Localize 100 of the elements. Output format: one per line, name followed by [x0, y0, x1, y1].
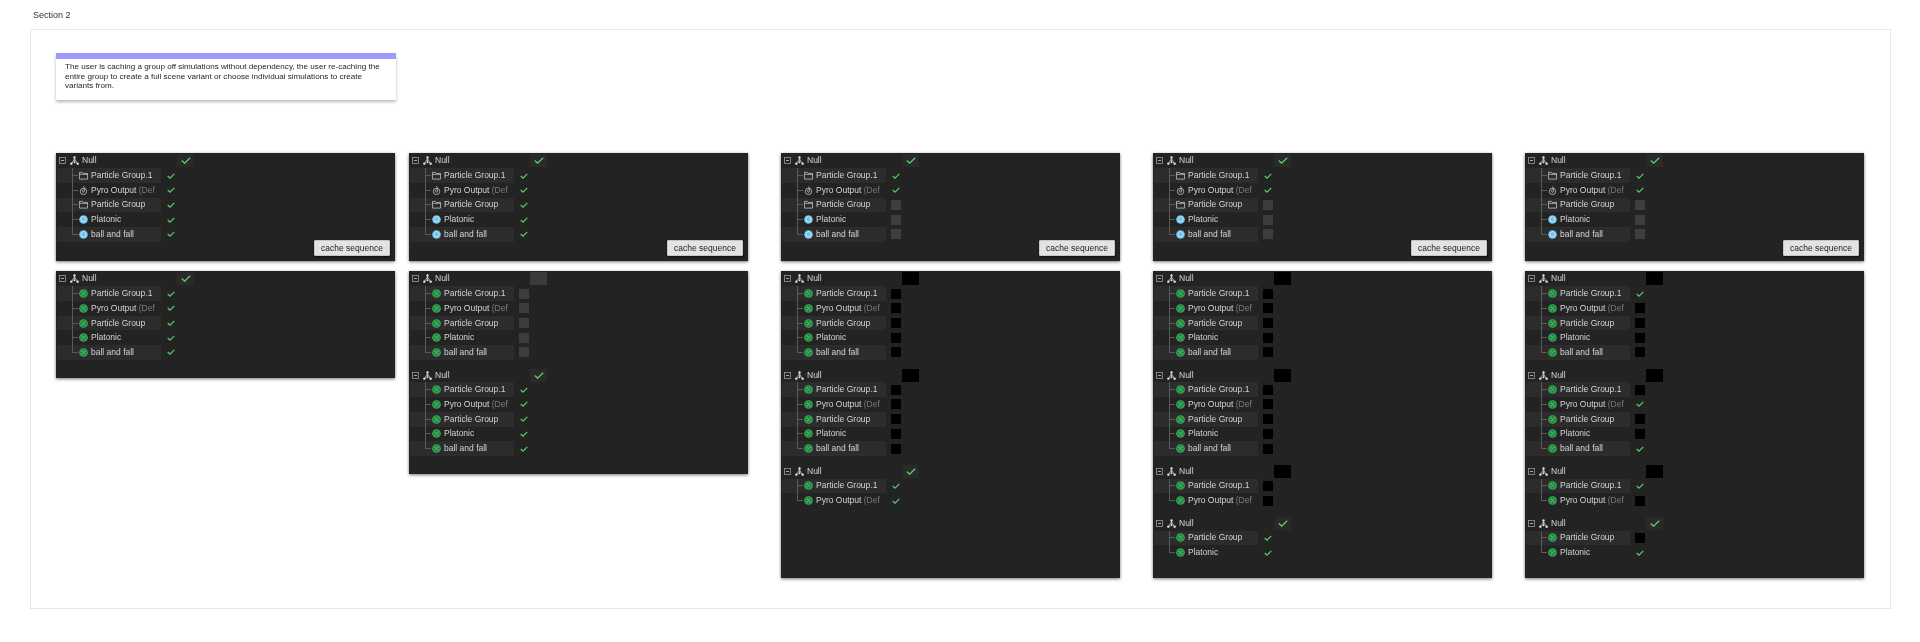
checkbox[interactable] — [519, 347, 529, 358]
check-icon[interactable] — [892, 497, 900, 504]
check-icon[interactable] — [167, 334, 175, 341]
item-label: ball and fall — [816, 346, 859, 358]
checkbox[interactable] — [530, 154, 547, 168]
checkbox[interactable] — [902, 464, 919, 478]
checkbox[interactable] — [177, 272, 194, 286]
check-icon[interactable] — [1264, 534, 1272, 541]
checkbox[interactable] — [519, 303, 529, 314]
three-node-icon — [1539, 518, 1548, 528]
item-label: Particle Group.1 — [816, 384, 878, 396]
reel-icon — [432, 289, 441, 299]
checkbox[interactable] — [519, 318, 529, 329]
item-label: Particle Group.1 — [444, 170, 506, 182]
item-label: ball and fall — [1188, 346, 1231, 358]
checkbox[interactable] — [1646, 516, 1663, 530]
check-icon[interactable] — [520, 386, 528, 393]
checkbox[interactable] — [530, 272, 547, 286]
flame-icon — [1176, 185, 1185, 195]
folder-icon — [804, 171, 813, 181]
check-icon[interactable] — [167, 320, 175, 327]
item-label: Pyro Output (Def — [91, 302, 155, 314]
collapse-icon[interactable] — [784, 467, 791, 475]
check-icon[interactable] — [167, 290, 175, 297]
checkbox[interactable] — [891, 214, 901, 225]
checkbox[interactable] — [530, 368, 547, 382]
check-icon[interactable] — [1636, 172, 1644, 179]
check-icon[interactable] — [167, 216, 175, 223]
group-label: Null — [1179, 273, 1194, 285]
folder-icon — [1176, 200, 1185, 210]
check-icon[interactable] — [1264, 172, 1272, 179]
check-icon[interactable] — [520, 401, 528, 408]
check-icon[interactable] — [167, 305, 175, 312]
check-icon[interactable] — [520, 187, 528, 194]
sphere-icon — [804, 229, 813, 239]
collapse-icon[interactable] — [1528, 157, 1535, 165]
check-icon[interactable] — [520, 231, 528, 238]
check-icon[interactable] — [892, 187, 900, 194]
collapse-icon[interactable] — [1156, 519, 1163, 527]
check-icon — [1277, 519, 1288, 527]
checkbox[interactable] — [519, 288, 529, 299]
check-icon[interactable] — [520, 216, 528, 223]
check-icon[interactable] — [167, 172, 175, 179]
checkbox[interactable] — [1635, 199, 1645, 210]
cache-sequence-button[interactable]: cache sequence — [1039, 239, 1115, 256]
cache-sequence-button[interactable]: cache sequence — [1783, 239, 1859, 256]
checkbox[interactable] — [1635, 214, 1645, 225]
check-icon[interactable] — [520, 430, 528, 437]
collapse-icon[interactable] — [1528, 519, 1535, 527]
reel-icon — [432, 347, 441, 357]
reel-icon — [79, 303, 88, 313]
check-icon[interactable] — [892, 172, 900, 179]
checkbox[interactable] — [1263, 214, 1273, 225]
reel-icon — [1176, 548, 1185, 558]
checkbox[interactable] — [1263, 229, 1273, 240]
check-icon[interactable] — [167, 201, 175, 208]
checkbox[interactable] — [1274, 516, 1291, 530]
checkbox[interactable] — [891, 199, 901, 210]
checkbox[interactable] — [177, 154, 194, 168]
checkbox[interactable] — [891, 229, 901, 240]
folder-icon — [432, 171, 441, 181]
collapse-icon[interactable] — [412, 371, 419, 379]
check-icon[interactable] — [520, 172, 528, 179]
reel-icon — [1176, 303, 1185, 313]
collapse-icon[interactable] — [1156, 157, 1163, 165]
check-icon[interactable] — [892, 482, 900, 489]
check-icon[interactable] — [1636, 187, 1644, 194]
check-icon[interactable] — [520, 445, 528, 452]
collapse-icon[interactable] — [784, 157, 791, 165]
cache-sequence-button[interactable]: cache sequence — [667, 239, 743, 256]
collapse-icon[interactable] — [59, 157, 66, 165]
check-icon[interactable] — [1636, 549, 1644, 556]
reel-icon — [1176, 333, 1185, 343]
checkbox[interactable] — [902, 154, 919, 168]
check-icon[interactable] — [1264, 187, 1272, 194]
check-icon[interactable] — [1264, 549, 1272, 556]
checkbox[interactable] — [1646, 154, 1663, 168]
flame-icon — [79, 185, 88, 195]
collapse-icon[interactable] — [59, 275, 66, 283]
check-icon[interactable] — [167, 349, 175, 356]
check-icon[interactable] — [167, 187, 175, 194]
item-label: Particle Group — [1188, 317, 1243, 329]
check-icon[interactable] — [520, 416, 528, 423]
group-label: Null — [1551, 155, 1566, 167]
item-label: ball and fall — [1560, 443, 1603, 455]
checkbox[interactable] — [1635, 229, 1645, 240]
check-icon[interactable] — [167, 231, 175, 238]
collapse-icon[interactable] — [412, 157, 419, 165]
checkbox[interactable] — [1263, 199, 1273, 210]
checkbox[interactable] — [519, 332, 529, 343]
group-label: Null — [807, 465, 822, 477]
folder-icon — [432, 200, 441, 210]
collapse-icon[interactable] — [412, 275, 419, 283]
group-label: Null — [1179, 517, 1194, 529]
cache-sequence-button[interactable]: cache sequence — [314, 239, 390, 256]
item-label: Particle Group.1 — [91, 288, 153, 300]
cache-sequence-button[interactable]: cache sequence — [1411, 239, 1487, 256]
check-icon[interactable] — [520, 201, 528, 208]
item-label: Platonic — [816, 332, 847, 344]
checkbox[interactable] — [1274, 154, 1291, 168]
